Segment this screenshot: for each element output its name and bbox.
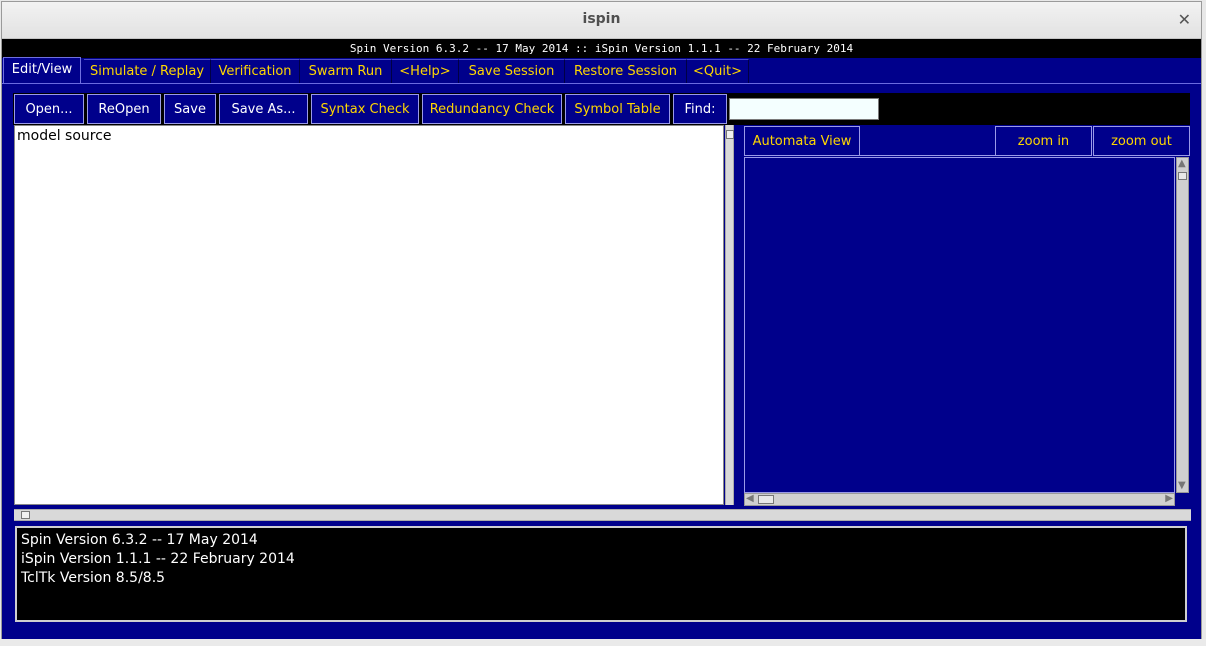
tab-quit[interactable]: <Quit> (687, 59, 749, 83)
sash-handle[interactable] (21, 511, 30, 519)
console-line: Spin Version 6.3.2 -- 17 May 2014 (21, 532, 258, 548)
tab-underline (2, 83, 1201, 84)
window-title: ispin (582, 11, 621, 27)
tab-simulate-replay[interactable]: Simulate / Replay (84, 59, 211, 83)
divider (860, 155, 995, 156)
tab-verification[interactable]: Verification (211, 59, 300, 83)
tab-save-session[interactable]: Save Session (459, 59, 565, 83)
scroll-arrow-right-icon[interactable]: ▶ (1165, 494, 1173, 504)
save-button[interactable]: Save (164, 94, 216, 124)
title-bar: ispin ✕ (2, 2, 1201, 39)
editor-toolbar: Open... ReOpen Save Save As... Syntax Ch… (13, 93, 1190, 125)
automata-horizontal-scrollbar[interactable]: ◀ ▶ (744, 493, 1175, 506)
open-button[interactable]: Open... (14, 94, 84, 124)
scroll-thumb[interactable] (1178, 172, 1187, 180)
horizontal-pane-sash[interactable] (14, 509, 1191, 521)
automata-panel: Automata View zoom in zoom out ▲ ▼ ◀ ▶ (742, 125, 1190, 507)
syntax-check-button[interactable]: Syntax Check (311, 94, 419, 124)
tab-bar: Edit/View Simulate / Replay Verification… (2, 57, 1201, 84)
save-as-button[interactable]: Save As... (219, 94, 308, 124)
console-line: TclTk Version 8.5/8.5 (21, 570, 166, 586)
tab-help[interactable]: <Help> (392, 59, 459, 83)
sash-handle[interactable] (726, 130, 734, 139)
tab-edit-view[interactable]: Edit/View (3, 57, 81, 84)
automata-canvas[interactable] (744, 157, 1175, 493)
close-icon[interactable]: ✕ (1178, 10, 1191, 29)
reopen-button[interactable]: ReOpen (87, 94, 161, 124)
editor-text: model source (17, 128, 112, 144)
find-label: Find: (673, 94, 727, 124)
redundancy-check-button[interactable]: Redundancy Check (422, 94, 562, 124)
scroll-arrow-left-icon[interactable]: ◀ (746, 494, 754, 504)
output-console: Spin Version 6.3.2 -- 17 May 2014 iSpin … (15, 526, 1187, 622)
console-line: iSpin Version 1.1.1 -- 22 February 2014 (21, 551, 295, 567)
automata-view-button[interactable]: Automata View (744, 126, 860, 156)
desktop-strip (0, 639, 1206, 646)
automata-vertical-scrollbar[interactable]: ▲ ▼ (1176, 157, 1189, 493)
symbol-table-button[interactable]: Symbol Table (565, 94, 670, 124)
tab-swarm-run[interactable]: Swarm Run (300, 59, 392, 83)
vertical-pane-sash[interactable] (725, 125, 734, 505)
model-source-editor[interactable]: model source (14, 125, 724, 505)
scroll-arrow-down-icon[interactable]: ▼ (1178, 481, 1186, 491)
scroll-arrow-up-icon[interactable]: ▲ (1178, 159, 1186, 169)
version-banner: Spin Version 6.3.2 -- 17 May 2014 :: iSp… (2, 39, 1201, 58)
scroll-thumb[interactable] (758, 495, 774, 504)
find-input[interactable] (729, 98, 879, 120)
zoom-in-button[interactable]: zoom in (995, 126, 1092, 156)
zoom-out-button[interactable]: zoom out (1093, 126, 1190, 156)
tab-restore-session[interactable]: Restore Session (565, 59, 687, 83)
ispin-window: ispin ✕ Spin Version 6.3.2 -- 17 May 201… (1, 1, 1202, 640)
